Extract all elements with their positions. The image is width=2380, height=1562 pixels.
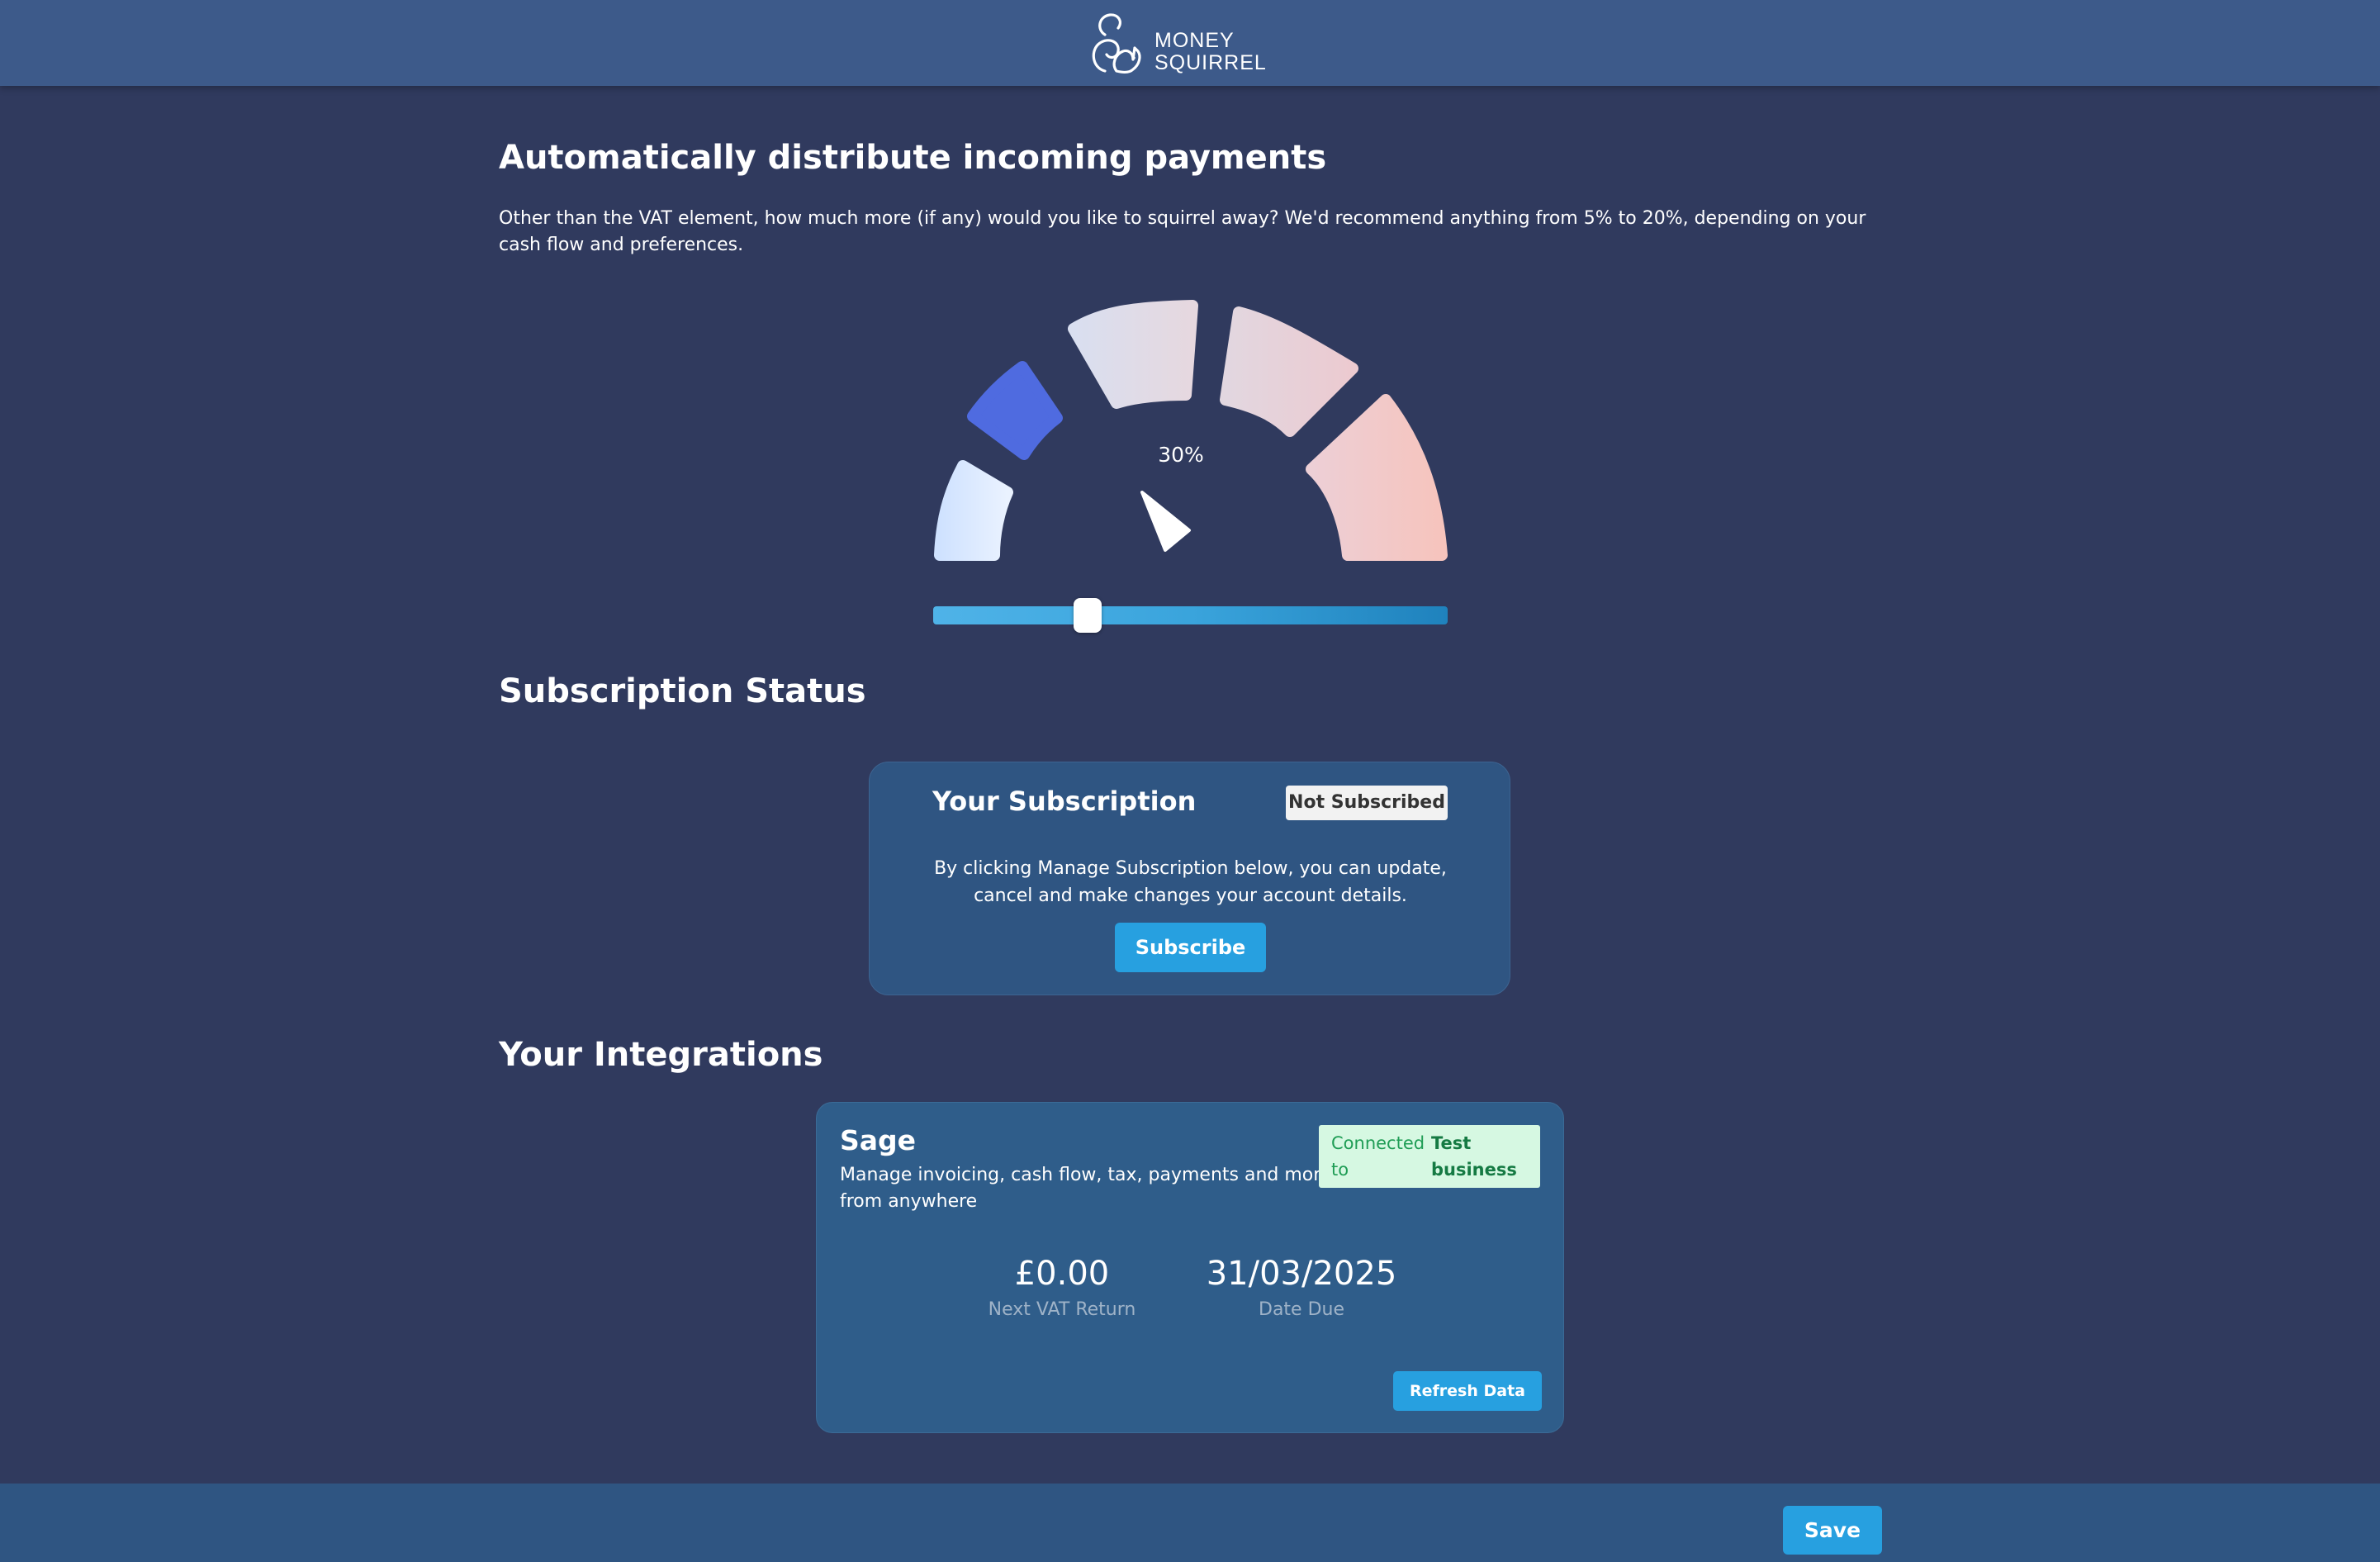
save-button[interactable]: Save bbox=[1783, 1506, 1882, 1555]
subscription-status-badge: Not Subscribed bbox=[1286, 786, 1448, 820]
logo[interactable]: MONEY SQUIRREL bbox=[1087, 10, 1266, 76]
logo-text: MONEY SQUIRREL bbox=[1154, 30, 1267, 74]
connection-business-name: Test business bbox=[1431, 1133, 1517, 1180]
subscribe-button[interactable]: Subscribe bbox=[1115, 923, 1266, 972]
next-vat-return-label: Next VAT Return bbox=[988, 1299, 1136, 1320]
gauge-segment-2 bbox=[967, 361, 1063, 460]
subscription-card: Your Subscription Not Subscribed By clic… bbox=[869, 762, 1510, 995]
next-vat-return-value: £0.00 bbox=[1014, 1255, 1110, 1293]
integration-card-sage: Sage Manage invoicing, cash flow, tax, p… bbox=[816, 1102, 1564, 1433]
date-due-value: 31/03/2025 bbox=[1206, 1255, 1397, 1293]
gauge-value-label: 30% bbox=[1158, 443, 1204, 467]
logo-line-1: MONEY bbox=[1154, 29, 1235, 52]
subscription-card-title: Your Subscription bbox=[932, 786, 1197, 817]
subscription-section-title: Subscription Status bbox=[499, 672, 866, 710]
gauge-segment-5 bbox=[1306, 394, 1448, 561]
date-due-label: Date Due bbox=[1259, 1299, 1344, 1320]
distribute-title: Automatically distribute incoming paymen… bbox=[499, 139, 1327, 177]
integrations-section-title: Your Integrations bbox=[499, 1036, 823, 1074]
subscription-description: By clicking Manage Subscription below, y… bbox=[934, 858, 1447, 906]
percentage-slider-thumb[interactable] bbox=[1074, 598, 1102, 633]
gauge-needle bbox=[1140, 491, 1191, 552]
refresh-data-button[interactable]: Refresh Data bbox=[1393, 1371, 1542, 1411]
footer-bar: Save bbox=[0, 1484, 2380, 1562]
connection-status-badge: Connected to Test business bbox=[1319, 1125, 1540, 1188]
percentage-slider-track[interactable] bbox=[933, 606, 1448, 624]
integration-description: Manage invoicing, cash flow, tax, paymen… bbox=[840, 1165, 1332, 1212]
gauge-segment-3 bbox=[1068, 300, 1198, 409]
distribute-description: Other than the VAT element, how much mor… bbox=[499, 208, 1866, 255]
gauge-segment-4 bbox=[1220, 306, 1358, 437]
top-bar: MONEY SQUIRREL bbox=[0, 0, 2380, 86]
connection-label: Connected to bbox=[1331, 1133, 1425, 1180]
squirrel-icon bbox=[1092, 13, 1141, 74]
gauge-segment-1 bbox=[934, 460, 1013, 561]
integration-name: Sage bbox=[840, 1124, 917, 1156]
logo-line-2: SQUIRREL bbox=[1154, 51, 1267, 74]
